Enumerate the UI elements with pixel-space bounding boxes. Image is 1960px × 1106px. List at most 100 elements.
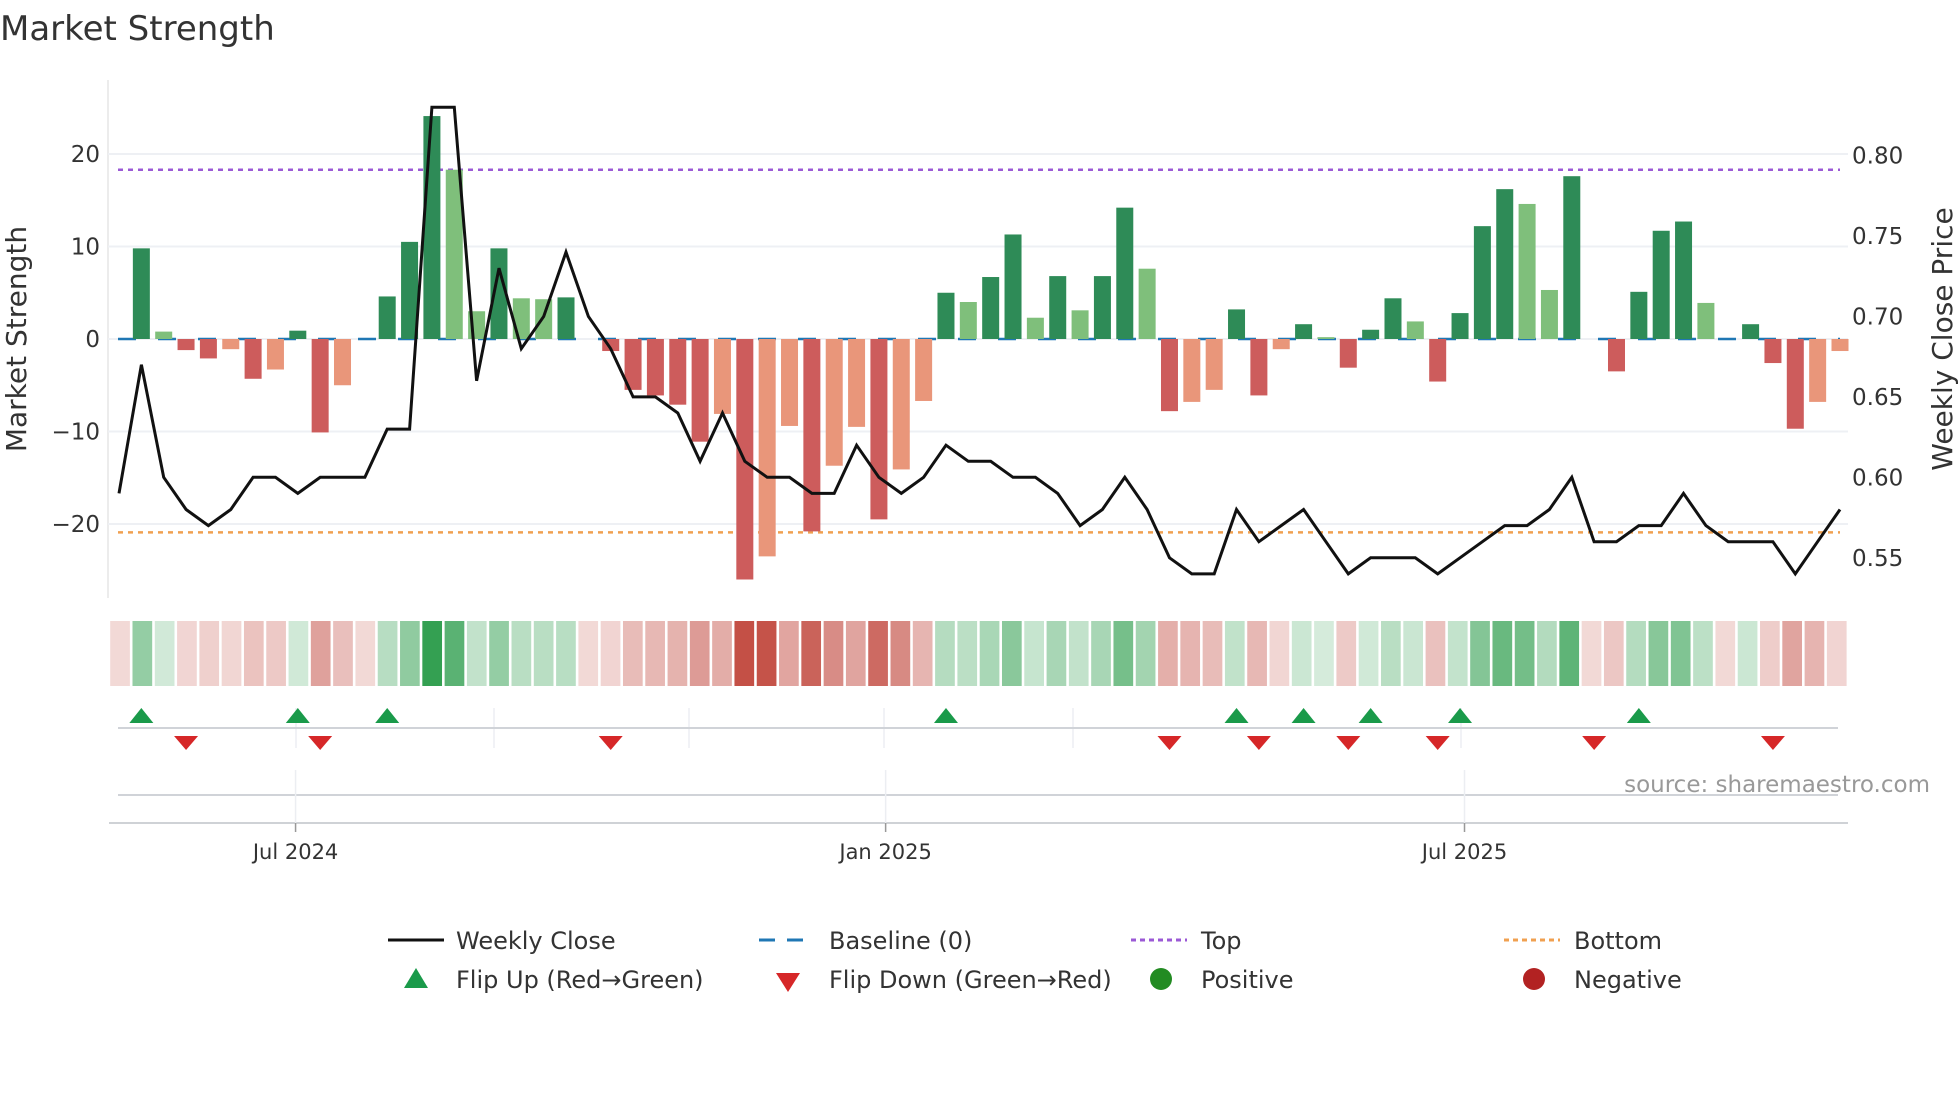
- strength-bar: [892, 339, 910, 470]
- strength-bar: [937, 292, 955, 339]
- heat-cell: [868, 621, 888, 686]
- heat-cell: [333, 621, 353, 686]
- legend-item-positive: Positive: [1150, 966, 1294, 994]
- strength-bar: [1607, 339, 1625, 372]
- heat-cell: [779, 621, 799, 686]
- heat-cell: [1180, 621, 1201, 686]
- strength-bar: [266, 339, 284, 370]
- y2-tick-label: 0.55: [1852, 546, 1903, 572]
- flip-up-marker: [129, 708, 154, 723]
- heat-cell: [1336, 621, 1357, 686]
- strength-bar: [1384, 298, 1402, 339]
- strength-bar: [1250, 339, 1268, 396]
- y2-tick-label: 0.60: [1852, 465, 1903, 491]
- strength-heat-strip: [110, 621, 1847, 686]
- heat-cell: [1581, 621, 1602, 686]
- strength-bar: [1496, 189, 1514, 339]
- heat-cell: [622, 621, 643, 686]
- heat-cell: [177, 621, 197, 686]
- legend-label: Flip Up (Red→Green): [456, 966, 704, 994]
- strength-bar: [1630, 291, 1648, 339]
- heat-cell: [1358, 621, 1379, 686]
- heat-cell: [935, 621, 955, 686]
- chart-title: Market Strength: [0, 9, 275, 49]
- strength-bar: [1138, 268, 1156, 339]
- flip-down-marker: [1582, 736, 1607, 750]
- heat-cell: [466, 621, 487, 686]
- heat-cell: [689, 621, 710, 686]
- strength-bar: [1205, 339, 1223, 390]
- strength-bar: [870, 339, 888, 520]
- heat-cell: [556, 621, 576, 686]
- heat-cell: [578, 621, 599, 686]
- y-tick-label: −20: [51, 512, 100, 538]
- heat-cell: [489, 621, 509, 686]
- weekly-close-line: [117, 105, 1842, 577]
- strength-bar: [1362, 329, 1380, 339]
- strength-bar: [1764, 339, 1782, 364]
- strength-bar: [378, 296, 396, 339]
- legend-item-weekly-close: Weekly Close: [388, 927, 616, 955]
- heat-cell: [1403, 621, 1423, 686]
- strength-bar: [691, 339, 709, 442]
- flip-up-marker: [1626, 708, 1651, 723]
- strength-bar: [1675, 221, 1693, 339]
- flip-down-marker: [1760, 736, 1785, 750]
- strength-bar: [848, 339, 866, 427]
- x-tick-label: Jan 2025: [837, 840, 932, 864]
- heat-cell: [801, 621, 822, 686]
- legend-label: Weekly Close: [456, 927, 616, 955]
- heat-cell: [1091, 621, 1111, 686]
- heat-cell: [1537, 621, 1557, 686]
- heat-cell: [1381, 621, 1401, 686]
- strength-bar: [132, 248, 150, 339]
- strength-bar: [982, 277, 1000, 339]
- heat-cell: [600, 621, 621, 686]
- reference-lines: [118, 168, 1840, 534]
- strength-bar: [1809, 339, 1827, 402]
- flip-down-marker: [308, 736, 333, 750]
- strength-bar: [1786, 339, 1804, 429]
- heat-cell: [1046, 621, 1067, 686]
- left-axis-title: Market Strength: [0, 226, 33, 452]
- circle-red-icon: [1523, 968, 1545, 990]
- y2-tick-label: 0.70: [1852, 304, 1903, 330]
- heat-cell: [154, 621, 175, 686]
- heat-cell: [823, 621, 844, 686]
- heat-cell: [1224, 621, 1245, 686]
- x-tick-label: Jul 2024: [251, 840, 338, 864]
- legend-item-flip-down: Flip Down (Green→Red): [776, 966, 1112, 994]
- strength-bar: [1429, 339, 1447, 382]
- strength-bar: [1228, 309, 1246, 339]
- strength-bar: [959, 302, 977, 339]
- legend-item-bottom: Bottom: [1504, 927, 1662, 955]
- strength-bar: [1004, 234, 1022, 339]
- weekly-close-polyline: [117, 105, 1842, 577]
- heat-cell: [712, 621, 732, 686]
- strength-bar: [1518, 203, 1536, 339]
- strength-bar: [1831, 339, 1849, 352]
- heat-cell: [511, 621, 532, 686]
- triangle-up-icon: [404, 968, 428, 988]
- heat-cell: [132, 621, 153, 686]
- heat-cell: [957, 621, 978, 686]
- heat-cell: [1447, 621, 1468, 686]
- heat-cell: [1158, 621, 1178, 686]
- legend-label: Top: [1200, 927, 1242, 955]
- heat-cell: [1514, 621, 1535, 686]
- heat-cell: [1693, 621, 1713, 686]
- strength-bar: [1652, 230, 1670, 339]
- heat-cell: [979, 621, 1000, 686]
- strength-bar: [825, 339, 843, 466]
- market-strength-chart: Market Strength 20 10 0 −10 −20 0.80 0.75 0.70…: [0, 9, 1959, 994]
- strength-bar: [1451, 313, 1469, 339]
- strength-bar: [1272, 339, 1290, 350]
- heat-cell: [645, 621, 665, 686]
- strength-bar: [1563, 176, 1581, 339]
- right-axis-ticks: 0.80 0.75 0.70 0.65 0.60 0.55: [1852, 144, 1903, 572]
- heat-cell: [1135, 621, 1156, 686]
- strength-bar: [155, 331, 173, 339]
- heat-cell: [1804, 621, 1825, 686]
- strength-bar: [1116, 207, 1134, 339]
- y2-tick-label: 0.65: [1852, 385, 1903, 411]
